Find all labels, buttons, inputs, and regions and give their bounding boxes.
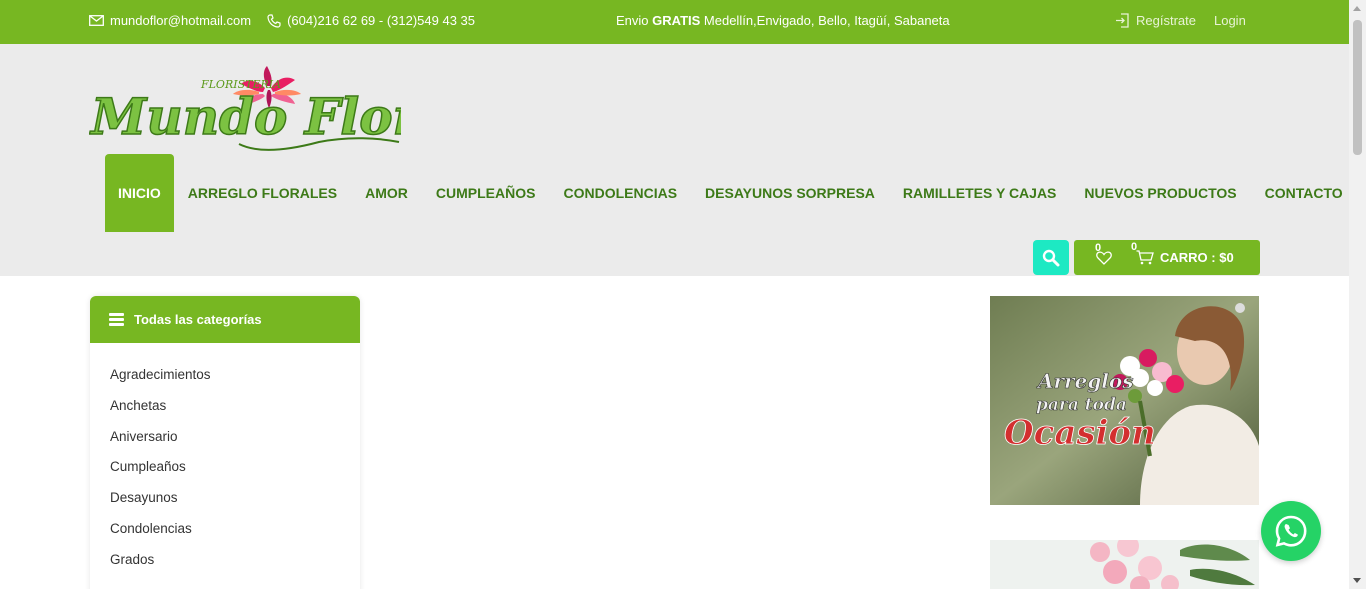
nav-item-contacto[interactable]: CONTACTO — [1251, 154, 1357, 232]
banner-line3: Ocasión — [1004, 413, 1156, 453]
account-links: Regístrate Login — [1115, 13, 1246, 28]
mundo-flor-logo[interactable]: FLORISTERIA Mundo Flor — [89, 66, 401, 156]
arreglos-banner[interactable]: Arreglos para toda Ocasión — [990, 296, 1259, 505]
category-grados[interactable]: Grados — [110, 552, 360, 583]
search-icon — [1042, 249, 1060, 266]
banner-line2: para toda — [1036, 395, 1127, 415]
phone-link[interactable]: (604)216 62 69 - (312)549 43 35 — [267, 13, 475, 28]
roses-banner[interactable] — [990, 540, 1259, 589]
sign-in-icon — [1116, 13, 1129, 28]
cart-label: CARRO : $0 — [1160, 250, 1234, 265]
category-condolencias[interactable]: Condolencias — [110, 521, 360, 552]
scroll-up-arrow[interactable] — [1353, 6, 1361, 11]
nav-item-amor[interactable]: AMOR — [351, 154, 422, 232]
categories-list: Agradecimientos Anchetas Aniversario Cum… — [90, 343, 360, 583]
scroll-thumb[interactable] — [1353, 20, 1362, 155]
search-button[interactable] — [1033, 240, 1069, 275]
header: FLORISTERIA Mundo Flor INICIO ARREGLO FL… — [0, 44, 1349, 276]
whatsapp-icon — [1275, 515, 1307, 547]
nav-item-ramilletes-y-cajas[interactable]: RAMILLETES Y CAJAS — [889, 154, 1071, 232]
phone-text: (604)216 62 69 - (312)549 43 35 — [287, 13, 476, 28]
promo-bold: GRATIS — [652, 13, 701, 28]
email-link[interactable]: mundoflor@hotmail.com — [89, 13, 251, 28]
nav-item-condolencias[interactable]: CONDOLENCIAS — [549, 154, 691, 232]
main-nav: INICIO ARREGLO FLORALES AMOR CUMPLEAÑOS … — [105, 154, 1357, 232]
phone-icon — [267, 13, 281, 28]
promo-suffix: Medellín,Envigado, Bello, Itagüí, Sabane… — [700, 13, 950, 28]
email-text: mundoflor@hotmail.com — [110, 13, 252, 28]
nav-item-desayunos-sorpresa[interactable]: DESAYUNOS SORPRESA — [691, 154, 889, 232]
nav-item-nuevos-productos[interactable]: NUEVOS PRODUCTOS — [1070, 154, 1250, 232]
whatsapp-button[interactable] — [1261, 501, 1321, 561]
scroll-down-arrow[interactable] — [1353, 578, 1361, 583]
category-desayunos[interactable]: Desayunos — [110, 490, 360, 521]
category-anchetas[interactable]: Anchetas — [110, 398, 360, 429]
promo-prefix: Envio — [616, 13, 653, 28]
cart-icon — [1136, 250, 1154, 265]
wishlist-count: 0 — [1095, 241, 1102, 254]
categories-panel: Todas las categorías Agradecimientos Anc… — [90, 296, 360, 589]
nav-item-arreglo-florales[interactable]: ARREGLO FLORALES — [174, 154, 351, 232]
page-scrollbar[interactable] — [1349, 0, 1366, 589]
cart-button[interactable]: 0 CARRO : $0 — [1131, 241, 1234, 265]
login-link[interactable]: Login — [1214, 13, 1246, 28]
category-aniversario[interactable]: Aniversario — [110, 429, 360, 460]
shipping-promo: Envio GRATIS Medellín,Envigado, Bello, I… — [616, 13, 950, 28]
top-bar: mundoflor@hotmail.com (604)216 62 69 - (… — [0, 0, 1349, 44]
nav-item-cumpleanos[interactable]: CUMPLEAÑOS — [422, 154, 550, 232]
register-link[interactable]: Regístrate — [1115, 13, 1196, 28]
nav-item-inicio[interactable]: INICIO — [105, 154, 174, 232]
banner-line1: Arreglos — [1036, 369, 1134, 393]
categories-title: Todas las categorías — [134, 312, 262, 327]
category-agradecimientos[interactable]: Agradecimientos — [110, 367, 360, 398]
category-cumpleanos[interactable]: Cumpleaños — [110, 459, 360, 490]
cart-count: 0 — [1131, 241, 1138, 253]
register-label: Regístrate — [1136, 13, 1196, 28]
cart-bar: 0 0 CARRO : $0 — [1074, 240, 1260, 275]
envelope-icon — [89, 15, 104, 26]
wishlist-button[interactable]: 0 — [1095, 242, 1112, 265]
list-icon — [109, 313, 124, 326]
categories-header[interactable]: Todas las categorías — [90, 296, 360, 343]
contact-info: mundoflor@hotmail.com (604)216 62 69 - (… — [89, 13, 491, 28]
